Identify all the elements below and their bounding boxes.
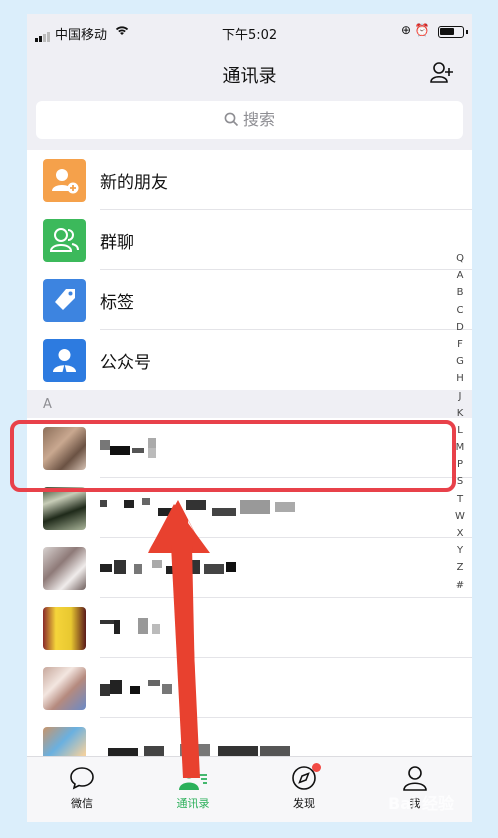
watermark: Bai 经验 — [388, 794, 455, 813]
pointer-arrow — [148, 500, 210, 778]
